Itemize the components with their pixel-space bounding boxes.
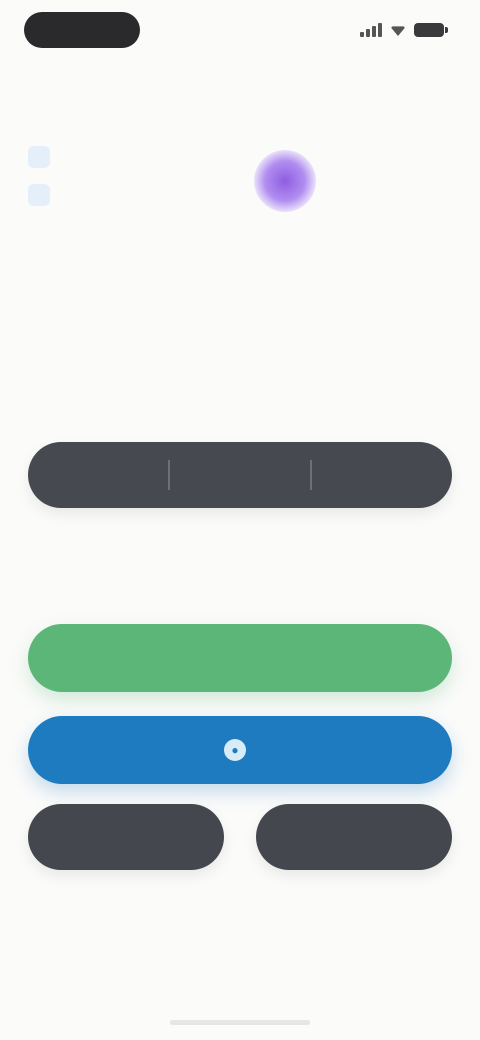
link-icon (28, 146, 50, 168)
segment-option-1[interactable] (28, 442, 168, 508)
status-bar (0, 0, 480, 64)
header-icons (28, 146, 54, 210)
status-time-pill (24, 12, 140, 48)
header (28, 140, 452, 220)
left-action-button[interactable] (28, 804, 224, 870)
home-indicator (170, 1020, 310, 1025)
secondary-action-button[interactable]: ● (28, 716, 452, 784)
signal-icon (360, 23, 382, 37)
brand-logo-icon (254, 150, 316, 212)
transfer-icon (28, 184, 50, 206)
segment-option-2[interactable] (170, 442, 310, 508)
status-icons (360, 20, 448, 40)
segment-option-3[interactable] (312, 442, 452, 508)
person-icon: ● (224, 739, 246, 761)
battery-icon (414, 23, 448, 37)
right-action-button[interactable] (256, 804, 452, 870)
wifi-icon (390, 26, 406, 36)
segmented-control[interactable] (28, 442, 452, 508)
screen: ● (0, 0, 480, 1040)
primary-action-button[interactable] (28, 624, 452, 692)
